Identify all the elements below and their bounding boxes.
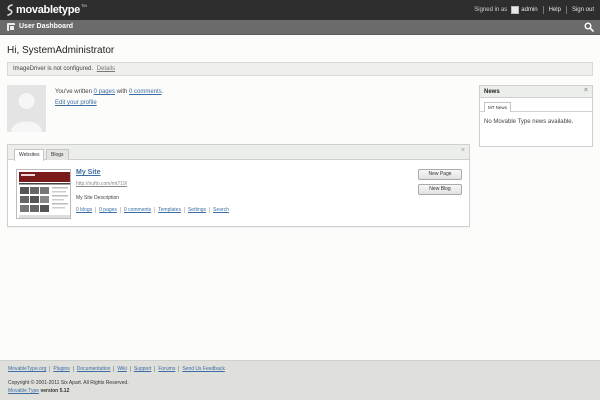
written-stats: You've written 0 pages with 0 comments. xyxy=(55,87,163,98)
username-link[interactable]: admin xyxy=(521,7,537,13)
notice-text: ImageDriver is not configured. xyxy=(13,66,94,72)
written-prefix: You've written xyxy=(55,89,92,95)
site-pages-link[interactable]: 0 pages xyxy=(96,207,121,213)
page-title: User Dashboard xyxy=(19,23,74,30)
site-comments-link[interactable]: 0 comments xyxy=(121,207,156,213)
top-bar: movabletype TM Signed in as admin Help S… xyxy=(0,0,600,20)
greeting-heading: Hi, SystemAdministrator xyxy=(7,45,115,56)
plugins-link[interactable]: Plugins xyxy=(50,366,74,372)
site-thumbnail[interactable] xyxy=(16,169,71,219)
site-name-link[interactable]: My Site xyxy=(76,169,101,176)
feedback-link[interactable]: Send Us Feedback xyxy=(179,366,228,372)
websites-panel-header: Websites Blogs × xyxy=(8,145,469,161)
wiki-link[interactable]: Wiki xyxy=(114,366,131,372)
default-avatar-icon xyxy=(7,85,46,132)
logo-text: movabletype xyxy=(16,4,80,16)
dashboard-bar: User Dashboard xyxy=(0,20,600,35)
tab-blogs[interactable]: Blogs xyxy=(46,149,69,160)
logo-trademark: TM xyxy=(80,2,87,8)
tab-mt-news[interactable]: MT News xyxy=(484,102,511,112)
movable-type-link[interactable]: Movable Type xyxy=(8,388,39,394)
site-url-link[interactable]: http://nufto.com/mt719/ xyxy=(76,181,127,187)
tab-websites[interactable]: Websites xyxy=(14,149,45,161)
version-info: Movable Type version 5.12 xyxy=(8,388,69,394)
footer: MovableType.org Plugins Documentation Wi… xyxy=(0,360,600,400)
logo-swirl-icon xyxy=(7,4,13,16)
image-driver-notice: ImageDriver is not configured. Details xyxy=(7,62,593,76)
notice-details-link[interactable]: Details xyxy=(97,66,115,72)
new-page-button[interactable]: New Page xyxy=(418,169,462,180)
divider xyxy=(565,6,567,14)
search-link[interactable]: Search xyxy=(210,207,232,213)
main-content: Hi, SystemAdministrator ImageDriver is n… xyxy=(0,35,600,360)
footer-links: MovableType.org Plugins Documentation Wi… xyxy=(8,366,228,372)
news-tabbar: MT News xyxy=(480,98,592,112)
version-label: version 5.12 xyxy=(40,388,70,394)
signed-in-label: Signed in as xyxy=(474,7,508,13)
site-description: My Site Description xyxy=(76,195,120,201)
news-widget: News × MT News No Movable Type news avai… xyxy=(479,85,593,147)
copyright-text: Copyright © 2001-2011 Six Apart. All Rig… xyxy=(8,380,129,386)
pages-count-link[interactable]: 0 pages xyxy=(94,89,115,95)
close-icon[interactable]: × xyxy=(584,87,588,94)
sign-out-link[interactable]: Sign out xyxy=(572,7,594,13)
dashboard-icon xyxy=(7,23,15,31)
new-blog-button[interactable]: New Blog xyxy=(418,184,462,195)
support-link[interactable]: Support xyxy=(131,366,156,372)
templates-link[interactable]: Templates xyxy=(155,207,185,213)
comments-count-link[interactable]: 0 comments xyxy=(129,89,162,95)
with-label: with xyxy=(116,89,128,95)
websites-panel: Websites Blogs × My Site http://nufto.co… xyxy=(7,144,470,227)
news-message: No Movable Type news available. xyxy=(484,119,574,125)
sentence-period: . xyxy=(161,89,164,95)
settings-link[interactable]: Settings xyxy=(185,207,211,213)
news-header: News × xyxy=(480,86,592,98)
help-link[interactable]: Help xyxy=(549,7,561,13)
news-title: News xyxy=(484,89,500,95)
user-menu: Signed in as admin Help Sign out xyxy=(474,6,594,14)
movabletype-org-link[interactable]: MovableType.org xyxy=(8,366,51,372)
site-preview-image xyxy=(17,170,70,218)
user-avatar-icon xyxy=(511,6,520,14)
movable-type-logo[interactable]: movabletype TM xyxy=(5,2,87,16)
documentation-link[interactable]: Documentation xyxy=(74,366,115,372)
divider xyxy=(542,6,544,14)
blogs-count-link[interactable]: 0 blogs xyxy=(76,207,97,213)
profile-summary: You've written 0 pages with 0 comments. … xyxy=(55,87,163,109)
close-icon[interactable]: × xyxy=(461,147,465,154)
edit-profile-link[interactable]: Edit your profile xyxy=(55,100,97,106)
search-icon[interactable] xyxy=(584,22,594,32)
user-avatar xyxy=(7,85,46,132)
site-action-links: 0 blogs 0 pages 0 comments Templates Set… xyxy=(76,207,232,213)
forums-link[interactable]: Forums xyxy=(155,366,180,372)
